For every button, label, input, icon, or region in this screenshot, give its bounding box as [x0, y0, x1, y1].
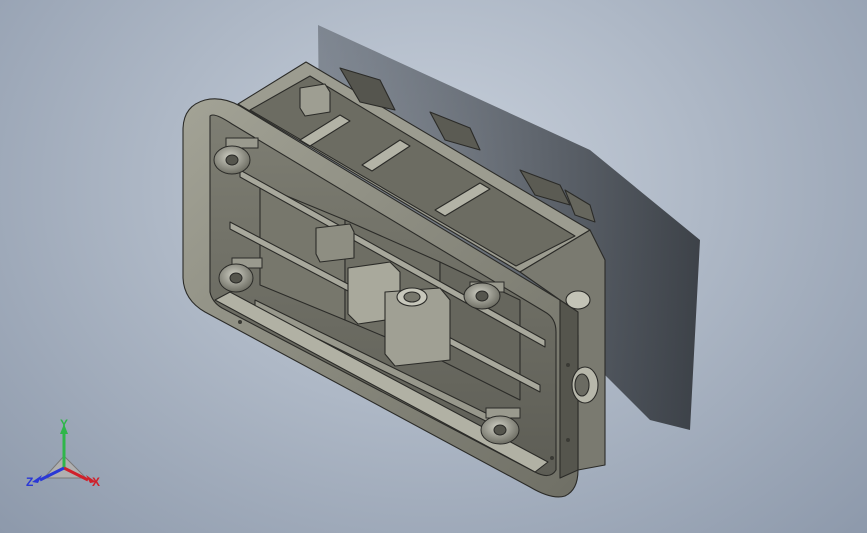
y-axis-label: Y [60, 418, 68, 431]
model-viewport[interactable] [0, 0, 867, 533]
x-axis-label: X [92, 475, 100, 489]
caster-bottom-right[interactable] [480, 407, 521, 445]
axis-triad: Y X Z [26, 418, 100, 489]
z-axis-label: Z [26, 475, 33, 489]
